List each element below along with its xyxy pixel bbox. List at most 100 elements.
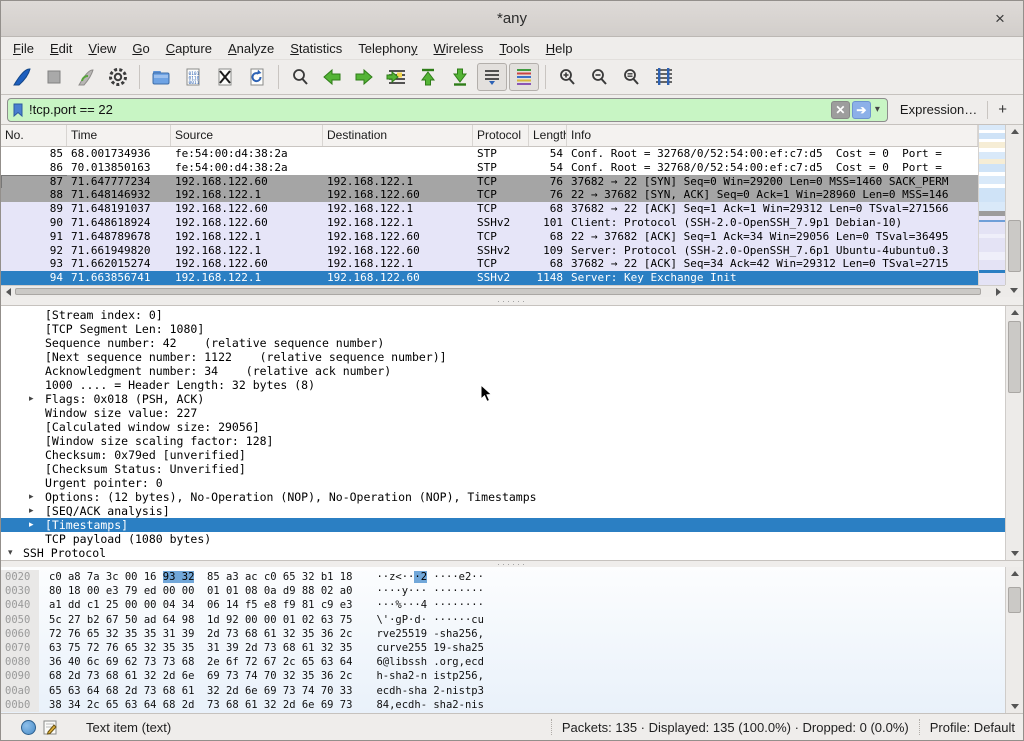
col-destination[interactable]: Destination xyxy=(323,125,473,146)
packet-row[interactable]: 9071.648618924192.168.122.60192.168.122.… xyxy=(1,216,978,230)
packet-row[interactable]: 8568.001734936fe:54:00:d4:38:2aSTP54Conf… xyxy=(1,147,978,161)
colorize-icon[interactable] xyxy=(509,63,539,91)
zoom-in-icon[interactable] xyxy=(552,63,582,91)
filter-bookmark-icon[interactable] xyxy=(11,102,25,118)
reload-file-icon[interactable] xyxy=(242,63,272,91)
col-source[interactable]: Source xyxy=(171,125,323,146)
display-filter-field[interactable]: ✕ ➔ ▾ xyxy=(7,98,888,122)
menu-file[interactable]: File xyxy=(5,39,42,58)
detail-line[interactable]: [Next sequence number: 1122 (relative se… xyxy=(1,350,1005,364)
detail-line-flags[interactable]: ▸Flags: 0x018 (PSH, ACK) xyxy=(1,392,1005,406)
packet-list-minimap[interactable] xyxy=(978,125,1005,297)
detail-line-options[interactable]: ▸Options: (12 bytes), No-Operation (NOP)… xyxy=(1,490,1005,504)
hex-row[interactable]: 00b038 34 2c 65 63 64 68 2d 73 68 61 32 … xyxy=(1,698,1005,712)
detail-line-ssh-protocol[interactable]: ▾SSH Protocol xyxy=(1,546,1005,560)
filter-apply-button[interactable]: ➔ xyxy=(852,101,871,119)
hex-row[interactable]: 00a065 63 64 68 2d 73 68 61 32 2d 6e 69 … xyxy=(1,684,1005,698)
capture-options-icon[interactable] xyxy=(103,63,133,91)
menu-analyze[interactable]: Analyze xyxy=(220,39,282,58)
expander-icon: ▸ xyxy=(29,490,43,504)
stop-capture-icon[interactable] xyxy=(39,63,69,91)
go-to-packet-icon[interactable] xyxy=(381,63,411,91)
zoom-reset-icon[interactable] xyxy=(616,63,646,91)
detail-line[interactable]: [Calculated window size: 29056] xyxy=(1,420,1005,434)
packet-row-selected[interactable]: 9471.663856741192.168.122.1192.168.122.6… xyxy=(1,271,978,285)
display-filter-input[interactable] xyxy=(25,102,829,117)
menu-wireless[interactable]: Wireless xyxy=(426,39,492,58)
packet-row[interactable]: 9371.662015274192.168.122.60192.168.122.… xyxy=(1,257,978,271)
menu-capture[interactable]: Capture xyxy=(158,39,220,58)
hex-row[interactable]: 003080 18 00 e3 79 ed 00 00 01 01 08 0a … xyxy=(1,584,1005,598)
hex-row[interactable]: 00505c 27 b2 67 50 ad 64 98 1d 92 00 00 … xyxy=(1,613,1005,627)
expert-info-icon[interactable] xyxy=(21,720,36,735)
zoom-out-icon[interactable] xyxy=(584,63,614,91)
menu-help[interactable]: Help xyxy=(538,39,581,58)
bytes-vscrollbar[interactable] xyxy=(1005,567,1023,713)
hex-row[interactable]: 008036 40 6c 69 62 73 73 68 2e 6f 72 67 … xyxy=(1,655,1005,669)
detail-line-seq-ack[interactable]: ▸[SEQ/ACK analysis] xyxy=(1,504,1005,518)
go-last-icon[interactable] xyxy=(445,63,475,91)
expander-icon: ▸ xyxy=(29,504,43,518)
menu-telephony[interactable]: Telephony xyxy=(350,39,425,58)
pane-splitter[interactable]: ······ xyxy=(1,297,1023,305)
add-filter-button[interactable]: + xyxy=(988,101,1017,118)
find-packet-icon[interactable] xyxy=(285,63,315,91)
detail-line[interactable]: [TCP Segment Len: 1080] xyxy=(1,322,1005,336)
detail-line[interactable]: [Window size scaling factor: 128] xyxy=(1,434,1005,448)
hex-row[interactable]: 007063 75 72 76 65 32 35 35 31 39 2d 73 … xyxy=(1,641,1005,655)
packet-list-hscrollbar[interactable] xyxy=(1,285,1005,297)
packet-row[interactable]: 9171.648789678192.168.122.1192.168.122.6… xyxy=(1,230,978,244)
packet-row[interactable]: 8670.013850163fe:54:00:d4:38:2aSTP54Conf… xyxy=(1,161,978,175)
restart-capture-icon[interactable] xyxy=(71,63,101,91)
close-file-icon[interactable] xyxy=(210,63,240,91)
go-back-icon[interactable] xyxy=(317,63,347,91)
col-time[interactable]: Time xyxy=(67,125,171,146)
save-file-icon[interactable]: 010101100011 xyxy=(178,63,208,91)
menu-statistics[interactable]: Statistics xyxy=(282,39,350,58)
packet-list-vscrollbar[interactable] xyxy=(1005,125,1023,285)
menu-tools[interactable]: Tools xyxy=(491,39,537,58)
hex-row[interactable]: 0040a1 dd c1 25 00 00 04 34 06 14 f5 e8 … xyxy=(1,598,1005,612)
hex-row[interactable]: 0020c0 a8 7a 3c 00 16 93 32 85 a3 ac c0 … xyxy=(1,570,1005,584)
col-length[interactable]: Length xyxy=(529,125,567,146)
packet-row[interactable]: 8971.648191037192.168.122.60192.168.122.… xyxy=(1,202,978,216)
packet-row[interactable]: 8771.647777234192.168.122.60192.168.122.… xyxy=(1,175,978,189)
hex-row[interactable]: 009068 2d 73 68 61 32 2d 6e 69 73 74 70 … xyxy=(1,669,1005,683)
capture-comment-icon[interactable] xyxy=(42,719,58,735)
detail-line[interactable]: Urgent pointer: 0 xyxy=(1,476,1005,490)
resize-columns-icon[interactable] xyxy=(648,63,678,91)
menu-edit[interactable]: Edit xyxy=(42,39,80,58)
col-protocol[interactable]: Protocol xyxy=(473,125,529,146)
auto-scroll-icon[interactable] xyxy=(477,63,507,91)
filter-clear-button[interactable]: ✕ xyxy=(831,101,850,119)
close-window-button[interactable]: × xyxy=(989,8,1011,30)
expression-button[interactable]: Expression… xyxy=(888,102,987,117)
packet-row[interactable]: 9271.661949820192.168.122.1192.168.122.6… xyxy=(1,244,978,258)
go-first-icon[interactable] xyxy=(413,63,443,91)
detail-line[interactable]: Window size value: 227 xyxy=(1,406,1005,420)
detail-line[interactable]: [Checksum Status: Unverified] xyxy=(1,462,1005,476)
detail-line[interactable]: Sequence number: 42 (relative sequence n… xyxy=(1,336,1005,350)
go-forward-icon[interactable] xyxy=(349,63,379,91)
hex-row[interactable]: 006072 76 65 32 35 35 31 39 2d 73 68 61 … xyxy=(1,627,1005,641)
detail-line-timestamps-selected[interactable]: ▸[Timestamps] xyxy=(1,518,1005,532)
menu-view[interactable]: View xyxy=(80,39,124,58)
detail-line[interactable]: Acknowledgment number: 34 (relative ack … xyxy=(1,364,1005,378)
col-no[interactable]: No. xyxy=(1,125,67,146)
detail-line[interactable]: TCP payload (1080 bytes) xyxy=(1,532,1005,546)
col-info[interactable]: Info xyxy=(567,125,978,146)
detail-line[interactable]: 1000 .... = Header Length: 32 bytes (8) xyxy=(1,378,1005,392)
start-capture-icon[interactable] xyxy=(7,63,37,91)
expander-icon: ▾ xyxy=(8,546,22,560)
packet-list-header[interactable]: No. Time Source Destination Protocol Len… xyxy=(1,125,978,147)
menu-go[interactable]: Go xyxy=(124,39,157,58)
packet-list-vscroll-downarrow[interactable] xyxy=(1005,285,1023,297)
open-file-icon[interactable] xyxy=(146,63,176,91)
detail-line[interactable]: Checksum: 0x79ed [unverified] xyxy=(1,448,1005,462)
status-profile[interactable]: Profile: Default xyxy=(930,720,1015,735)
filter-dropdown-icon[interactable]: ▾ xyxy=(871,104,884,115)
packet-row[interactable]: 8871.648146932192.168.122.1192.168.122.6… xyxy=(1,188,978,202)
details-vscrollbar[interactable] xyxy=(1005,306,1023,560)
packet-bytes-pane: 0020c0 a8 7a 3c 00 16 93 32 85 a3 ac c0 … xyxy=(1,567,1023,713)
detail-line[interactable]: [Stream index: 0] xyxy=(1,308,1005,322)
